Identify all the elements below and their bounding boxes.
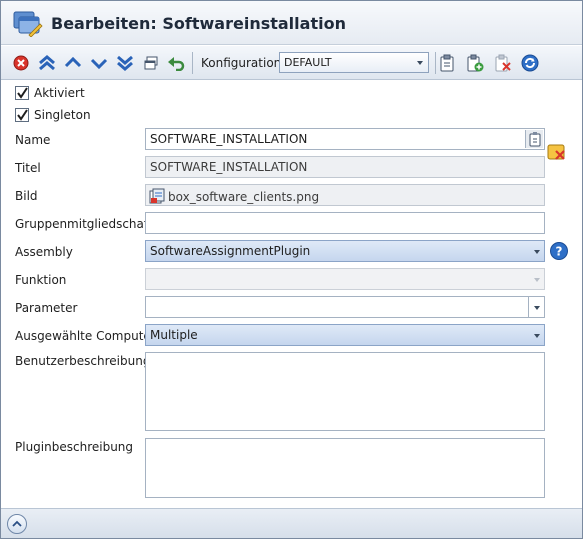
assembly-label: Assembly xyxy=(15,245,73,259)
clear-name-button[interactable] xyxy=(547,142,567,162)
clipboard-add-button[interactable] xyxy=(465,53,485,73)
window-button[interactable] xyxy=(141,53,161,73)
bild-label: Bild xyxy=(15,189,38,203)
plugin-label: Pluginbeschreibung xyxy=(15,440,134,454)
move-bottom-button[interactable] xyxy=(115,53,135,73)
clipboard-add-icon xyxy=(467,54,484,72)
name-label: Name xyxy=(15,133,51,147)
name-lookup-button[interactable] xyxy=(525,130,543,148)
software-package-icon xyxy=(149,188,165,204)
chevron-down-icon xyxy=(534,278,540,282)
move-down-icon xyxy=(90,58,108,70)
parameter-label: Parameter xyxy=(15,301,78,315)
aktiviert-row[interactable]: Aktiviert xyxy=(15,85,85,101)
edit-window: Bearbeiten: Softwareinstallation Konfigu… xyxy=(0,0,583,539)
toolbar-separator xyxy=(435,52,436,74)
aktiviert-label: Aktiviert xyxy=(34,86,85,100)
singleton-label: Singleton xyxy=(34,108,91,122)
edit-delete-icon xyxy=(547,144,565,160)
help-icon: ? xyxy=(550,242,568,260)
delete-icon xyxy=(13,55,29,71)
chevron-up-icon xyxy=(12,520,22,527)
clipboard-delete-button[interactable] xyxy=(493,53,513,73)
clipboard-button[interactable] xyxy=(437,53,457,73)
name-value: SOFTWARE_INSTALLATION xyxy=(150,132,308,146)
chevron-down-icon xyxy=(417,61,423,65)
bild-input[interactable]: box_software_clients.png xyxy=(145,184,545,206)
move-top-icon xyxy=(39,55,55,71)
singleton-row[interactable]: Singleton xyxy=(15,107,91,123)
chevron-down-icon xyxy=(534,334,540,338)
toolbar-separator xyxy=(192,52,193,74)
assembly-value: SoftwareAssignmentPlugin xyxy=(150,244,311,258)
move-up-button[interactable] xyxy=(63,53,83,73)
parameter-dropdown-button[interactable] xyxy=(528,297,544,317)
edit-window-icon xyxy=(13,11,43,38)
move-bottom-icon xyxy=(117,55,133,71)
window-icon xyxy=(144,56,158,70)
singleton-checkbox[interactable] xyxy=(15,108,29,122)
clipboard-icon xyxy=(440,54,454,72)
parameter-select[interactable] xyxy=(145,296,545,318)
title-bar: Bearbeiten: Softwareinstallation xyxy=(1,1,582,45)
funktion-select[interactable] xyxy=(145,268,545,290)
computer-value: Multiple xyxy=(150,328,198,342)
move-up-icon xyxy=(64,56,82,68)
gruppen-label: Gruppenmitgliedschaft xyxy=(15,217,153,231)
move-top-button[interactable] xyxy=(37,53,57,73)
checkmark-icon xyxy=(17,87,28,99)
footer-bar xyxy=(1,508,582,538)
bild-value: box_software_clients.png xyxy=(168,190,320,204)
aktiviert-checkbox[interactable] xyxy=(15,86,29,100)
computer-select[interactable]: Multiple xyxy=(145,324,545,346)
refresh-button[interactable] xyxy=(520,53,540,73)
computer-label: Ausgewählte Computer xyxy=(15,329,156,343)
delete-button[interactable] xyxy=(11,53,31,73)
window-title: Bearbeiten: Softwareinstallation xyxy=(51,14,346,33)
konfiguration-select[interactable]: DEFAULT xyxy=(279,52,429,73)
titel-value: SOFTWARE_INSTALLATION xyxy=(150,160,308,174)
clipboard-delete-icon xyxy=(495,54,511,72)
name-input[interactable]: SOFTWARE_INSTALLATION xyxy=(145,128,545,150)
move-down-button[interactable] xyxy=(89,53,109,73)
help-button[interactable]: ? xyxy=(549,241,569,261)
assembly-select[interactable]: SoftwareAssignmentPlugin xyxy=(145,240,545,262)
toolbar: Konfiguration DEFAULT xyxy=(1,46,582,80)
konfiguration-label: Konfiguration xyxy=(201,56,282,70)
chevron-down-icon xyxy=(534,306,540,310)
checkmark-icon xyxy=(17,109,28,121)
undo-icon xyxy=(168,57,185,71)
undo-button[interactable] xyxy=(166,53,186,73)
svg-text:?: ? xyxy=(556,245,563,259)
benutzer-textarea[interactable] xyxy=(145,352,545,431)
gruppen-input[interactable] xyxy=(145,212,545,234)
collapse-button[interactable] xyxy=(7,514,27,534)
refresh-icon xyxy=(521,54,539,72)
titel-label: Titel xyxy=(15,161,41,175)
konfiguration-value: DEFAULT xyxy=(284,56,332,69)
plugin-textarea[interactable] xyxy=(145,438,545,498)
titel-input[interactable]: SOFTWARE_INSTALLATION xyxy=(145,156,545,178)
funktion-label: Funktion xyxy=(15,273,67,287)
clipboard-icon xyxy=(529,132,541,147)
chevron-down-icon xyxy=(534,250,540,254)
benutzer-label: Benutzerbeschreibung xyxy=(15,354,151,368)
